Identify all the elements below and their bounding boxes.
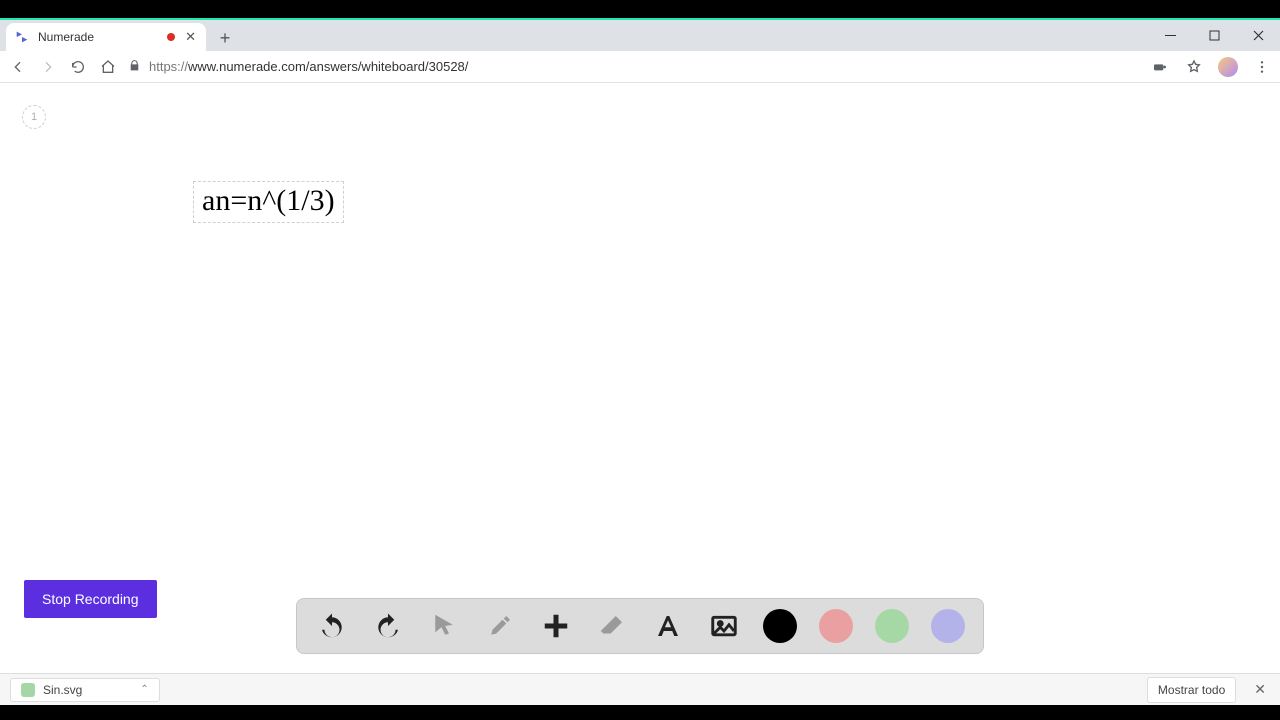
new-tab-button[interactable]: +: [212, 25, 238, 51]
nav-forward-icon: [38, 57, 58, 77]
add-tool-icon[interactable]: [539, 609, 573, 643]
color-swatch-red[interactable]: [819, 609, 853, 643]
profile-avatar[interactable]: [1218, 57, 1238, 77]
formula-text-box[interactable]: an=n^(1/3): [193, 181, 344, 223]
tab-favicon: [14, 29, 30, 45]
page-number-badge: 1: [22, 105, 46, 129]
window-maximize-icon[interactable]: [1192, 20, 1236, 51]
recording-indicator-icon: [167, 33, 175, 41]
url-text: https://www.numerade.com/answers/whitebo…: [149, 59, 468, 74]
download-bar-close-icon[interactable]: ✕: [1250, 681, 1270, 698]
image-tool-icon[interactable]: [707, 609, 741, 643]
address-bar[interactable]: https://www.numerade.com/answers/whitebo…: [128, 59, 1140, 75]
brush-tool-icon[interactable]: [483, 609, 517, 643]
download-filename: Sin.svg: [43, 683, 82, 697]
download-chevron-icon[interactable]: ⌃: [140, 684, 148, 695]
tab-strip: Numerade ✕ +: [0, 20, 1280, 51]
file-icon: [21, 683, 35, 697]
download-bar: Sin.svg ⌃ Mostrar todo ✕: [0, 673, 1280, 705]
eraser-tool-icon[interactable]: [595, 609, 629, 643]
tab-title: Numerade: [38, 30, 159, 44]
undo-icon[interactable]: [315, 609, 349, 643]
download-item[interactable]: Sin.svg ⌃: [10, 678, 160, 702]
color-swatch-purple[interactable]: [931, 609, 965, 643]
nav-back-icon[interactable]: [8, 57, 28, 77]
browser-tab[interactable]: Numerade ✕: [6, 23, 206, 51]
whiteboard-toolbar: [296, 598, 984, 654]
text-tool-icon[interactable]: [651, 609, 685, 643]
lock-icon: [128, 59, 141, 75]
window-close-icon[interactable]: [1236, 20, 1280, 51]
nav-home-icon[interactable]: [98, 57, 118, 77]
pointer-tool-icon[interactable]: [427, 609, 461, 643]
nav-reload-icon[interactable]: [68, 57, 88, 77]
color-swatch-green[interactable]: [875, 609, 909, 643]
color-swatch-black[interactable]: [763, 609, 797, 643]
stop-recording-button[interactable]: Stop Recording: [24, 580, 157, 618]
page-content: 1 an=n^(1/3) Stop Recording: [0, 83, 1280, 673]
tab-close-icon[interactable]: ✕: [183, 29, 198, 45]
redo-icon[interactable]: [371, 609, 405, 643]
download-show-all-button[interactable]: Mostrar todo: [1147, 677, 1236, 703]
bookmark-star-icon[interactable]: [1184, 57, 1204, 77]
window-minimize-icon[interactable]: [1148, 20, 1192, 51]
extension-icon[interactable]: [1150, 57, 1170, 77]
chrome-menu-icon[interactable]: [1252, 57, 1272, 77]
window-controls: [1148, 20, 1280, 51]
browser-toolbar: https://www.numerade.com/answers/whitebo…: [0, 51, 1280, 83]
